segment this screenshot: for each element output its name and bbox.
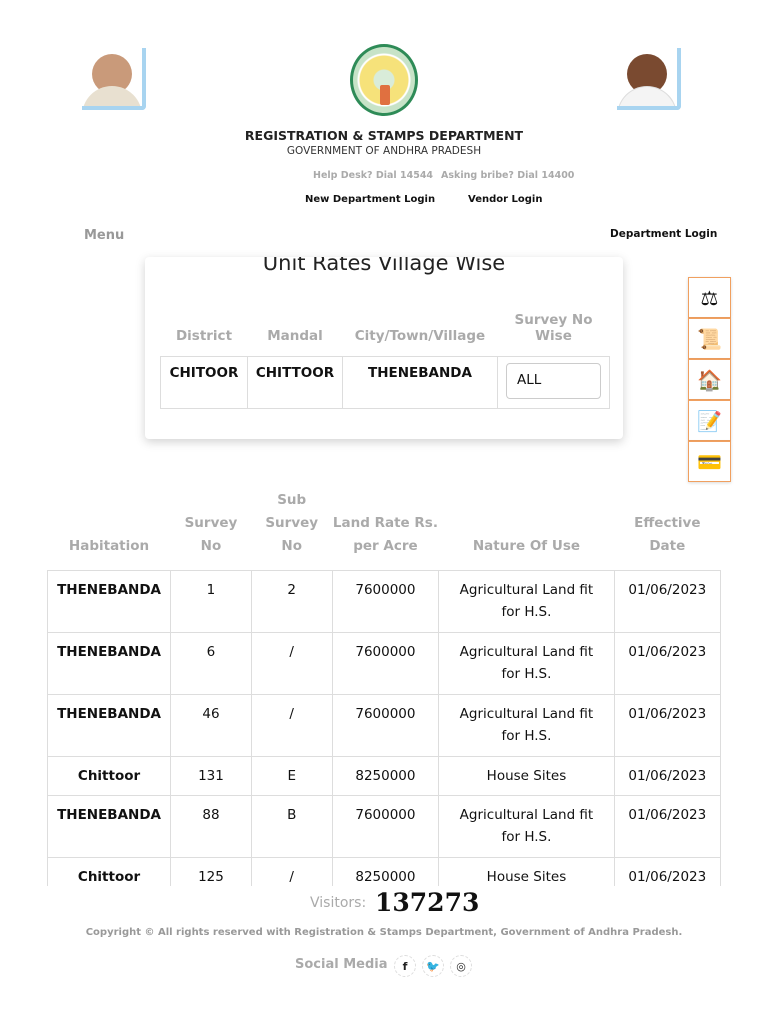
nature-of-use-cell: Agricultural Land fit for H.S. xyxy=(438,569,615,633)
government-subtitle: GOVERNMENT OF ANDHRA PRADESH xyxy=(286,145,482,157)
menu-button[interactable]: Menu xyxy=(84,228,124,243)
habitation-cell: THENEBANDA xyxy=(46,569,172,633)
survey-wise-header: Survey No Wise xyxy=(514,311,593,344)
habitation-header: Habitation xyxy=(68,537,150,554)
property-search-icon[interactable]: 🏠 xyxy=(688,359,731,400)
table-row: THENEBANDA 1 2 7600000 Agricultural Land fit… xyxy=(46,569,722,633)
unit-rates-table: Habitation Survey No Sub Survey No Land … xyxy=(46,485,722,897)
page-title: Unit Rates Village Wise xyxy=(262,257,506,275)
table-row: THENEBANDA 46/7600000 Agricultural Land fi… xyxy=(46,693,722,757)
copyright-text: Copyright © All rights reserved with Reg… xyxy=(85,927,683,938)
document-sign-icon[interactable]: 📝 xyxy=(688,400,731,441)
land-rate-header: Land Rate Rs. per Acre xyxy=(332,514,438,554)
village-value: THENEBANDA xyxy=(342,355,498,409)
land-rate-cell: 7600000 xyxy=(331,631,440,695)
sub-survey-no-cell: / xyxy=(250,631,333,695)
district-header: District xyxy=(175,327,233,344)
effective-date-cell: 01/06/2023 xyxy=(613,794,722,858)
effective-date-cell: 01/06/2023 xyxy=(613,631,722,695)
survey-no-cell: 46 xyxy=(170,693,252,757)
department-login-link[interactable]: Department Login xyxy=(610,228,717,240)
habitation-cell: THENEBANDA xyxy=(46,794,172,858)
survey-no-cell: 1 xyxy=(170,569,252,633)
nature-of-use-cell: Agricultural Land fit for H.S. xyxy=(438,631,615,695)
ap-emblem-logo xyxy=(350,44,418,116)
survey-no-select[interactable]: ALL xyxy=(506,362,601,399)
land-rate-cell: 8250000 xyxy=(331,755,440,796)
payment-icon[interactable]: 💳 xyxy=(688,441,731,482)
habitation-cell: THENEBANDA xyxy=(46,693,172,757)
sub-survey-no-cell: B xyxy=(250,794,333,858)
help-desk-text: Help Desk? Dial 14544 xyxy=(313,170,434,181)
visitors-count: 137273 xyxy=(375,888,480,917)
survey-no-header: Survey No xyxy=(184,514,238,554)
land-rate-cell: 7600000 xyxy=(331,693,440,757)
habitation-cell: Chittoor xyxy=(46,755,172,796)
certificate-icon[interactable]: 📜 xyxy=(688,318,731,359)
auction-icon[interactable]: ⚖ xyxy=(688,277,731,318)
nature-of-use-cell: Agricultural Land fit for H.S. xyxy=(438,794,615,858)
footer: Visitors: 137273 Copyright © All rights … xyxy=(0,886,768,1026)
habitation-cell: THENEBANDA xyxy=(46,631,172,695)
bribe-helpline-text: Asking bribe? Dial 14400 xyxy=(441,170,575,181)
department-title: REGISTRATION & STAMPS DEPARTMENT xyxy=(244,128,524,143)
survey-no-cell: 131 xyxy=(170,755,252,796)
nature-of-use-cell: Agricultural Land fit for H.S. xyxy=(438,693,615,757)
minister-photo xyxy=(617,48,681,110)
visitors-label: Visitors: xyxy=(310,895,367,911)
survey-no-cell: 88 xyxy=(170,794,252,858)
nature-of-use-header: Nature Of Use xyxy=(472,537,581,554)
vendor-login-link[interactable]: Vendor Login xyxy=(468,194,542,205)
mandal-header: Mandal xyxy=(267,327,323,344)
survey-no-cell: 6 xyxy=(170,631,252,695)
table-row: THENEBANDA 6/7600000 Agricultural Land fit… xyxy=(46,631,722,695)
sub-survey-no-cell: E xyxy=(250,755,333,796)
village-header: City/Town/Village xyxy=(354,327,486,344)
nature-of-use-cell: House Sites xyxy=(438,755,615,796)
facebook-icon[interactable]: f xyxy=(394,955,416,977)
instagram-icon[interactable]: ◎ xyxy=(450,955,472,977)
land-rate-cell: 7600000 xyxy=(331,794,440,858)
table-row: THENEBANDA 88 B 7600000 Agricultural Land fi… xyxy=(46,794,722,858)
mandal-value: CHITTOOR xyxy=(247,355,343,409)
filter-table: District Mandal City/Town/Village Survey… xyxy=(160,294,610,409)
sub-survey-no-cell: / xyxy=(250,693,333,757)
sub-survey-no-header: Sub Survey No xyxy=(265,491,319,554)
new-department-login-link[interactable]: New Department Login xyxy=(305,194,435,205)
filter-card: Unit Rates Village Wise District Mandal … xyxy=(145,257,623,439)
effective-date-cell: 01/06/2023 xyxy=(613,755,722,796)
district-value: CHITOOR xyxy=(160,355,248,409)
chief-minister-photo xyxy=(82,48,146,110)
effective-date-header: Effective Date xyxy=(634,514,701,554)
twitter-icon[interactable]: 🐦 xyxy=(422,955,444,977)
table-row: Chittoor 131 E 8250000 House Sites 01/06/2023 xyxy=(46,755,722,796)
sub-survey-no-cell: 2 xyxy=(250,569,333,633)
social-media-label: Social Media xyxy=(295,957,388,972)
land-rate-cell: 7600000 xyxy=(331,569,440,633)
effective-date-cell: 01/06/2023 xyxy=(613,693,722,757)
effective-date-cell: 01/06/2023 xyxy=(613,569,722,633)
